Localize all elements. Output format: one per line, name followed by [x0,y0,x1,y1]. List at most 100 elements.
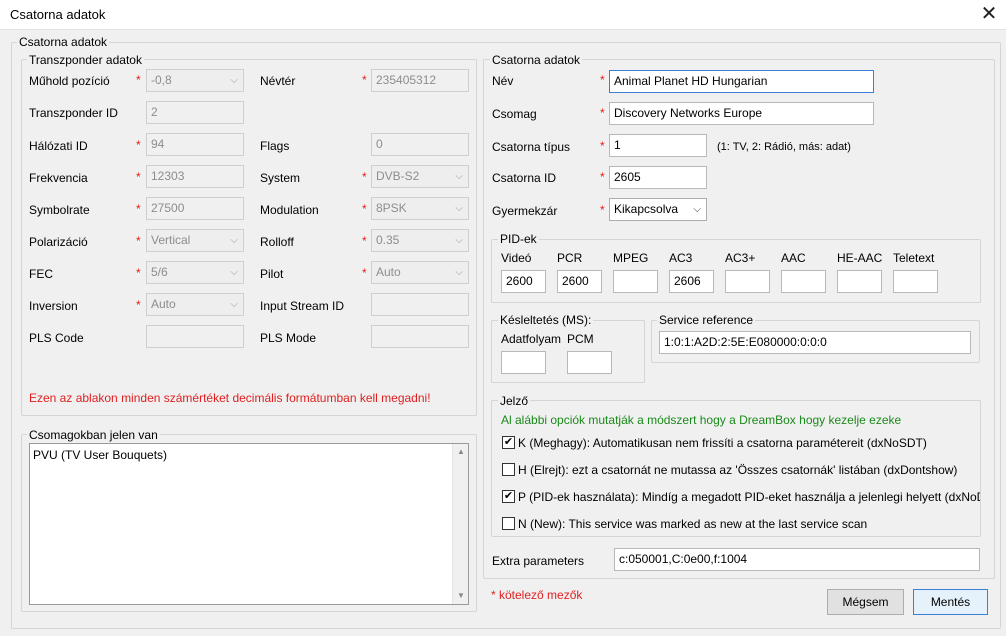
checkbox-n[interactable] [502,517,515,530]
save-button[interactable]: Mentés [913,589,988,615]
pls-code-field[interactable] [146,325,244,348]
channel-name-input[interactable]: Animal Planet HD Hungarian [609,70,874,93]
pid-aac-input[interactable] [781,270,826,293]
symbolrate-field[interactable]: 27500 [146,197,244,220]
flags-label: Flags [260,139,290,153]
system-label: System [260,171,301,185]
orbital-position-label: Műhold pozíció [29,74,110,88]
checkbox-h[interactable] [502,463,515,476]
scroll-down-icon[interactable]: ▼ [453,590,469,602]
pid-ac3plus-input[interactable] [725,270,770,293]
flag-option-k-label: K (Meghagy): Automatikusan nem frissíti … [518,436,927,450]
fec-combo[interactable]: 5/6 ⌵ [146,261,244,284]
extra-parameters-label: Extra parameters [492,554,585,568]
required-mark: * [600,139,605,153]
vertical-scrollbar[interactable]: ▲ ▼ [452,444,468,604]
transponder-group-legend: Transzponder adatok [27,53,144,67]
namespace-label: Névtér [260,74,296,88]
main-group-legend: Csatorna adatok [17,35,110,49]
adatfolyam-label: Adatfolyam [501,332,562,346]
input-stream-id-field[interactable] [371,293,469,316]
frequency-label: Frekvencia [29,171,88,185]
name-label: Név [492,74,514,88]
channel-id-input[interactable]: 2605 [609,166,707,189]
close-icon[interactable]: ✕ [972,0,1006,30]
checkmark-icon: ✔ [503,436,514,448]
required-mark: * [136,234,141,248]
flag-option-k[interactable]: ✔ K (Meghagy): Automatikusan nem frissít… [502,434,980,452]
flag-option-p-label: P (PID-ek használata): Mindíg a megadott… [518,490,980,504]
pid-mpeg-input[interactable] [613,270,658,293]
input-stream-id-label: Input Stream ID [260,299,345,313]
symbolrate-label: Symbolrate [29,203,90,217]
required-mark: * [600,73,605,87]
required-mark: * [600,106,605,120]
pcm-input[interactable] [567,351,612,374]
flag-option-n-label: N (New): This service was marked as new … [518,517,868,531]
required-mark: * [362,266,367,280]
flags-field[interactable]: 0 [371,133,469,156]
service-reference-input[interactable]: 1:0:1:A2D:2:5E:E080000:0:0:0 [659,331,971,354]
package-input[interactable]: Discovery Networks Europe [609,102,874,125]
chevron-down-icon: ⌵ [230,299,238,310]
pls-mode-field[interactable] [371,325,469,348]
pid-aac-label: AAC [781,251,806,265]
inversion-label: Inversion [29,299,78,313]
pilot-label: Pilot [260,267,284,281]
chevron-down-icon: ⌵ [455,267,463,278]
required-mark: * [136,138,141,152]
rolloff-label: Rolloff [260,235,294,249]
flag-option-p[interactable]: ✔ P (PID-ek használata): Mindíg a megado… [502,488,980,506]
adatfolyam-input[interactable] [501,351,546,374]
title-bar: Csatorna adatok ✕ [0,0,1006,30]
system-combo[interactable]: DVB-S2 ⌵ [371,165,469,188]
transponder-id-label: Transzponder ID [29,106,118,120]
checkbox-k[interactable]: ✔ [502,436,515,449]
transponder-id-field[interactable]: 2 [146,101,244,124]
bouquets-listbox[interactable]: PVU (TV User Bouquets) ▲ ▼ [29,443,469,605]
required-mark: * [362,73,367,87]
extra-parameters-input[interactable]: c:050001,C:0e00,f:1004 [614,548,980,571]
chevron-down-icon: ⌵ [230,267,238,278]
pls-code-label: PLS Code [29,331,84,345]
flag-option-h-label: H (Elrejt): ezt a csatornát ne mutassa a… [518,463,958,477]
pid-heaac-input[interactable] [837,270,882,293]
flags-info-text: Al alábbi opciók mutatják a módszert hog… [501,413,902,427]
parental-lock-combo[interactable]: Kikapcsolva ⌵ [609,198,707,221]
inversion-combo[interactable]: Auto ⌵ [146,293,244,316]
pid-heaac-label: HE-AAC [837,251,883,265]
pid-ac3-input[interactable]: 2606 [669,270,714,293]
pid-video-input[interactable]: 2600 [501,270,546,293]
required-fields-note: * kötelező mezők [491,588,583,602]
pid-pcr-input[interactable]: 2600 [557,270,602,293]
list-item[interactable]: PVU (TV User Bouquets) [33,447,167,463]
pid-pcr-label: PCR [557,251,583,265]
pid-teletext-input[interactable] [893,270,938,293]
window-title: Csatorna adatok [10,7,106,22]
delay-group-legend: Késleltetés (MS): [498,313,594,327]
required-mark: * [362,234,367,248]
frequency-field[interactable]: 12303 [146,165,244,188]
pid-ac3-label: AC3 [669,251,693,265]
network-id-field[interactable]: 94 [146,133,244,156]
polarization-combo[interactable]: Vertical ⌵ [146,229,244,252]
chevron-down-icon: ⌵ [230,75,238,86]
rolloff-combo[interactable]: 0.35 ⌵ [371,229,469,252]
orbital-position-combo[interactable]: -0,8 ⌵ [146,69,244,92]
flag-option-n[interactable]: N (New): This service was marked as new … [502,515,980,533]
chevron-down-icon: ⌵ [455,235,463,246]
chevron-down-icon: ⌵ [455,171,463,182]
pilot-combo[interactable]: Auto ⌵ [371,261,469,284]
modulation-combo[interactable]: 8PSK ⌵ [371,197,469,220]
scroll-up-icon[interactable]: ▲ [453,446,469,458]
required-mark: * [136,298,141,312]
namespace-field[interactable]: 235405312 [371,69,469,92]
pls-mode-label: PLS Mode [260,331,317,345]
flag-option-h[interactable]: H (Elrejt): ezt a csatornát ne mutassa a… [502,461,980,479]
required-mark: * [136,202,141,216]
channel-type-input[interactable]: 1 [609,134,707,157]
chevron-down-icon: ⌵ [693,204,701,215]
cancel-button[interactable]: Mégsem [827,589,904,615]
checkbox-p[interactable]: ✔ [502,490,515,503]
required-mark: * [600,203,605,217]
